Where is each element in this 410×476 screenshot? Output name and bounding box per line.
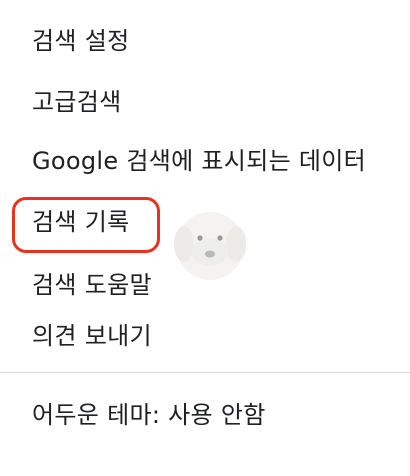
dog-face-image <box>174 212 246 280</box>
search-history-highlight-outline <box>12 197 160 253</box>
menu-item-your-data-in-search[interactable]: Google 검색에 표시되는 데이터 <box>32 146 366 176</box>
menu-item-search-help[interactable]: 검색 도움말 <box>32 270 152 300</box>
menu-item-advanced-search[interactable]: 고급검색 <box>32 87 122 117</box>
menu-item-send-feedback[interactable]: 의견 보내기 <box>32 321 152 351</box>
menu-divider <box>0 372 410 373</box>
menu-item-search-settings[interactable]: 검색 설정 <box>32 26 129 56</box>
menu-item-dark-theme[interactable]: 어두운 테마: 사용 안함 <box>32 400 266 430</box>
settings-menu: 검색 설정 고급검색 Google 검색에 표시되는 데이터 검색 기록 검색 … <box>0 0 410 476</box>
